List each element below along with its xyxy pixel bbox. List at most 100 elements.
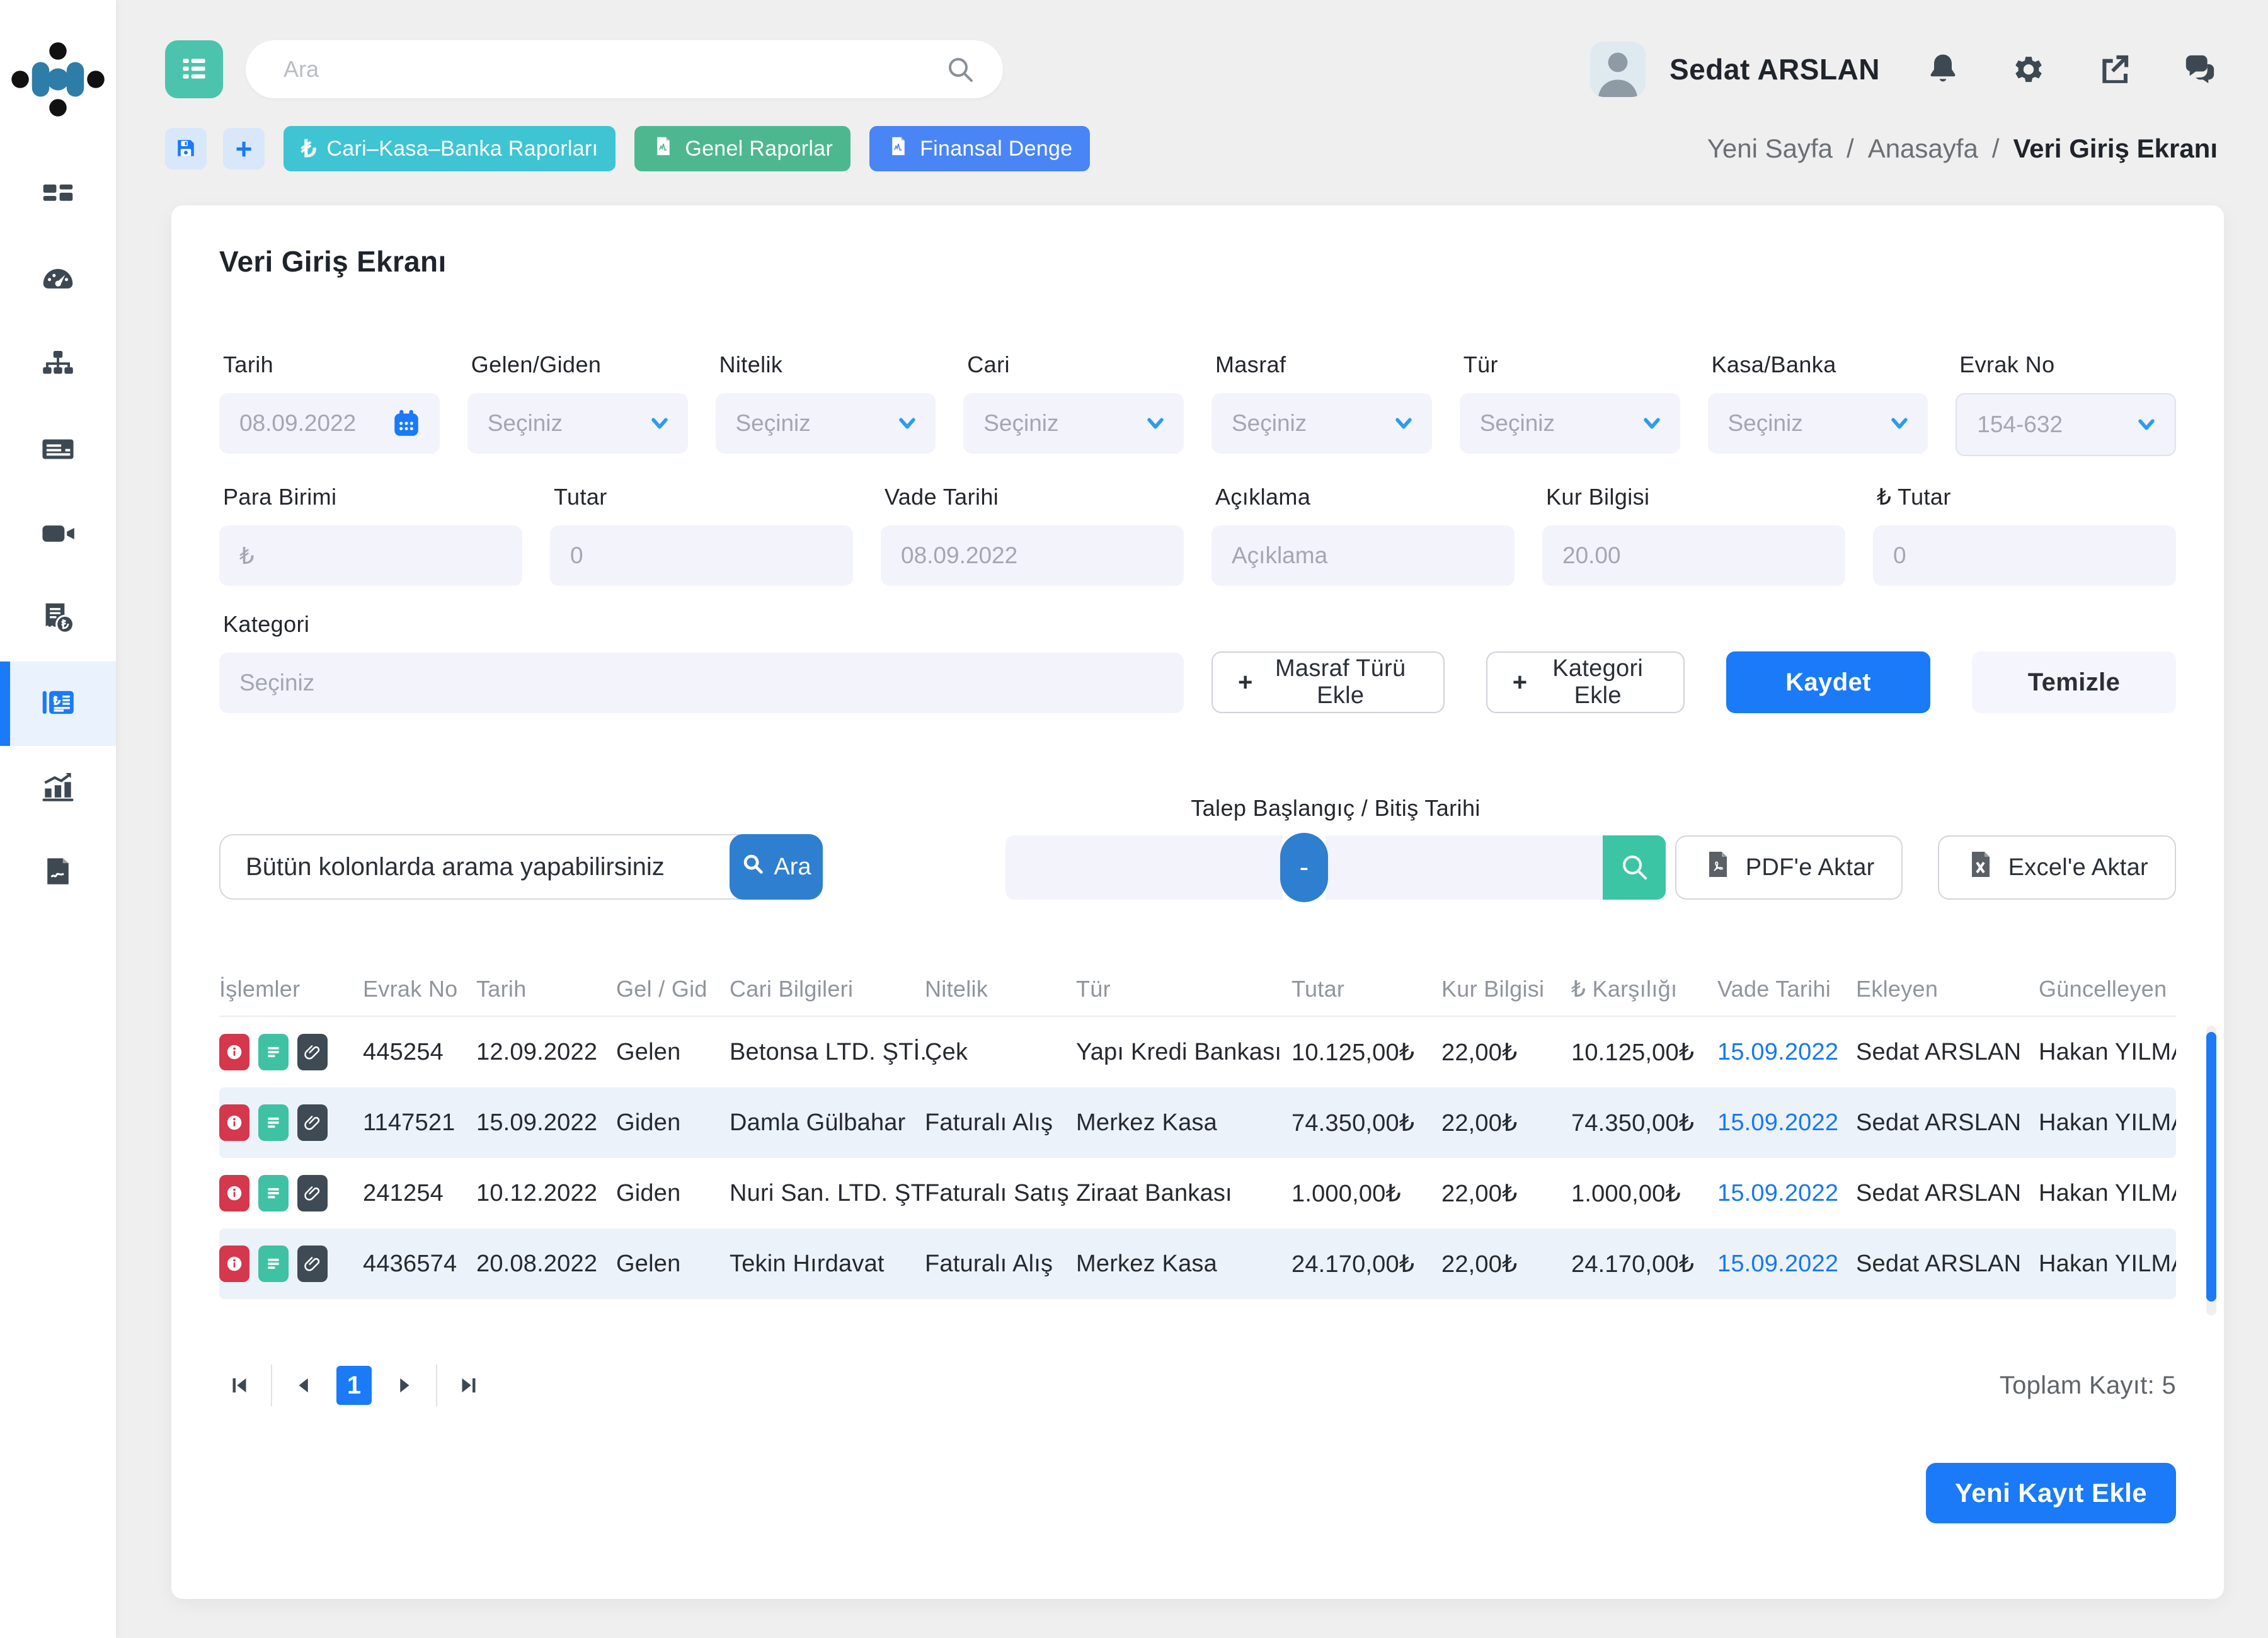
column-header[interactable]: Evrak No: [363, 976, 476, 1002]
select-cari[interactable]: Seçiniz: [963, 393, 1184, 454]
row-detail-button[interactable]: [258, 1246, 289, 1282]
sidebar-item-invoices[interactable]: [0, 577, 116, 662]
save-shortcut-button[interactable]: [165, 128, 207, 169]
next-page-button[interactable]: [384, 1366, 425, 1404]
add-category-button[interactable]: + Kategori Ekle: [1486, 651, 1685, 713]
row-attachment-button[interactable]: [297, 1175, 328, 1211]
add-expense-type-button[interactable]: + Masraf Türü Ekle: [1211, 651, 1445, 713]
start-date-input[interactable]: [1005, 835, 1283, 900]
row-info-button[interactable]: [219, 1104, 249, 1141]
cell-ekleyen: Sedat ARSLAN: [1856, 1180, 2039, 1207]
row-detail-button[interactable]: [258, 1104, 289, 1141]
page-number-current[interactable]: 1: [336, 1366, 372, 1405]
document-icon: [38, 852, 77, 894]
app-logo[interactable]: [11, 42, 105, 117]
row-info-button[interactable]: [219, 1175, 249, 1211]
add-shortcut-button[interactable]: +: [223, 128, 265, 169]
column-header[interactable]: Gel / Gid: [616, 976, 730, 1002]
column-header[interactable]: Cari Bilgileri: [730, 976, 925, 1002]
cari-kasa-banka-reports-button[interactable]: ₺ Cari–Kasa–Banka Raporları: [284, 126, 616, 171]
column-header[interactable]: ₺ Karşılığı: [1571, 976, 1717, 1002]
financial-balance-button[interactable]: Finansal Denge: [869, 126, 1090, 171]
cell-vade-tarihi[interactable]: 15.09.2022: [1717, 1180, 1856, 1207]
table-scrollbar: [2206, 1026, 2216, 1315]
cell-guncelleyen: Hakan YILMAZ: [2039, 1109, 2176, 1137]
messages-chat-icon[interactable]: [2182, 52, 2218, 87]
cell-vade-tarihi[interactable]: 15.09.2022: [1717, 1251, 1856, 1278]
export-pdf-button[interactable]: PDF'e Aktar: [1675, 835, 1903, 900]
cell-tarih: 10.12.2022: [476, 1180, 616, 1207]
export-excel-button[interactable]: Excel'e Aktar: [1938, 835, 2176, 900]
column-header[interactable]: Tutar: [1292, 976, 1441, 1002]
sidebar-item-news[interactable]: [0, 408, 116, 493]
column-header[interactable]: Tür: [1076, 976, 1292, 1002]
tl-tutar-input[interactable]: 0: [1873, 525, 2176, 586]
prev-page-button[interactable]: [284, 1366, 324, 1404]
first-page-button[interactable]: [219, 1366, 260, 1404]
row-detail-button[interactable]: [258, 1175, 289, 1211]
breadcrumb-item-yeni-sayfa[interactable]: Yeni Sayfa: [1707, 134, 1833, 164]
column-header[interactable]: İşlemler: [219, 976, 363, 1002]
global-search-input[interactable]: [282, 55, 945, 83]
row-detail-button[interactable]: [258, 1034, 289, 1070]
notifications-bell-icon[interactable]: [1925, 52, 1961, 87]
field-label: Masraf: [1215, 352, 1432, 378]
row-attachment-button[interactable]: [297, 1104, 328, 1141]
row-attachment-button[interactable]: [297, 1246, 328, 1282]
table-search-input[interactable]: [219, 834, 743, 900]
cell-guncelleyen: Hakan YILMAZ: [2039, 1251, 2176, 1278]
date-range-search-button[interactable]: [1603, 835, 1666, 900]
clear-button[interactable]: Temizle: [1972, 651, 2176, 713]
kategori-select[interactable]: Seçiniz: [219, 653, 1184, 713]
para-birimi-input[interactable]: ₺: [219, 525, 522, 586]
sidebar-item-dashboard[interactable]: [0, 155, 116, 239]
user-avatar[interactable]: [1590, 42, 1646, 97]
menu-toggle-button[interactable]: [165, 40, 223, 98]
date-input-tarih[interactable]: 08.09.2022: [219, 393, 440, 454]
end-date-input[interactable]: [1326, 835, 1603, 900]
column-header[interactable]: Ekleyen: [1856, 976, 2039, 1002]
last-page-button[interactable]: [449, 1366, 489, 1404]
aciklama-input[interactable]: Açıklama: [1211, 525, 1515, 586]
breadcrumb-item-anasayfa[interactable]: Anasayfa: [1868, 134, 1978, 164]
tutar-input[interactable]: 0: [550, 525, 853, 586]
breadcrumb-separator: /: [1847, 134, 1854, 164]
calendar-icon[interactable]: [391, 408, 422, 439]
column-header[interactable]: Tarih: [476, 976, 616, 1002]
cell-evrak-no: 241254: [363, 1180, 476, 1207]
field-placeholder: Açıklama: [1232, 542, 1327, 569]
column-header[interactable]: Güncelleyen: [2039, 976, 2176, 1002]
column-header[interactable]: Nitelik: [925, 976, 1076, 1002]
sidebar-item-reports-chart[interactable]: [0, 746, 116, 830]
table-scrollbar-thumb[interactable]: [2206, 1032, 2216, 1302]
sidebar-item-video[interactable]: [0, 493, 116, 577]
select-nitelik[interactable]: Seçiniz: [716, 393, 936, 454]
select-gelen-giden[interactable]: Seçiniz: [467, 393, 688, 454]
row-attachment-button[interactable]: [297, 1034, 328, 1070]
add-record-button[interactable]: Yeni Kayıt Ekle: [1926, 1463, 2176, 1523]
pdf-file-icon: [1703, 849, 1733, 886]
kur-bilgisi-input[interactable]: 20.00: [1542, 525, 1845, 586]
settings-gear-icon[interactable]: [2011, 52, 2046, 87]
sidebar-item-documents[interactable]: [0, 830, 116, 915]
table-search-button[interactable]: Ara: [730, 834, 823, 900]
select-kasa-banka[interactable]: Seçiniz: [1708, 393, 1928, 454]
save-button[interactable]: Kaydet: [1726, 651, 1930, 713]
row-info-button[interactable]: [219, 1246, 249, 1282]
select-masraf[interactable]: Seçiniz: [1211, 393, 1432, 454]
add-record-row: Yeni Kayıt Ekle: [219, 1463, 2176, 1523]
column-header[interactable]: Vade Tarihi: [1717, 976, 1856, 1002]
row-info-button[interactable]: [219, 1034, 249, 1070]
cell-vade-tarihi[interactable]: 15.09.2022: [1717, 1039, 1856, 1066]
general-reports-button[interactable]: Genel Raporlar: [634, 126, 850, 171]
vade-tarihi-input[interactable]: 08.09.2022: [881, 525, 1184, 586]
cell-vade-tarihi[interactable]: 15.09.2022: [1717, 1109, 1856, 1137]
search-icon[interactable]: [945, 54, 975, 84]
column-header[interactable]: Kur Bilgisi: [1441, 976, 1571, 1002]
sidebar-item-organization[interactable]: [0, 324, 116, 408]
select-evrak-no[interactable]: 154-632: [1956, 393, 2176, 456]
sidebar-item-data-entry[interactable]: [0, 662, 116, 746]
share-export-icon[interactable]: [2097, 52, 2132, 87]
sidebar-item-analytics-gauge[interactable]: [0, 239, 116, 324]
select-tur[interactable]: Seçiniz: [1460, 393, 1680, 454]
